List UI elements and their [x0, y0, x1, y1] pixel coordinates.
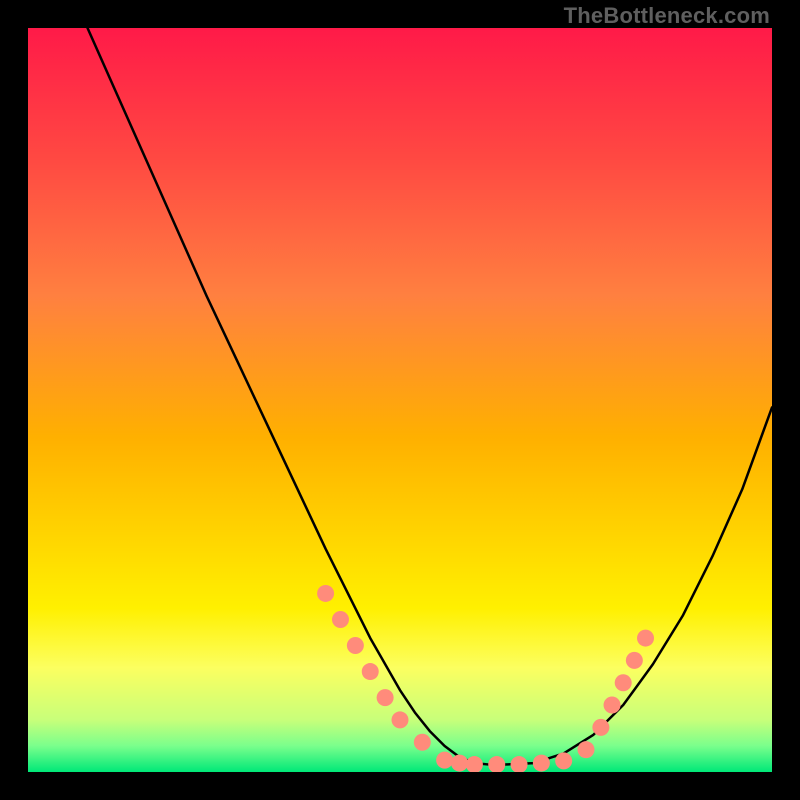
- data-marker: [637, 630, 654, 647]
- data-marker: [332, 611, 349, 628]
- gradient-background: [28, 28, 772, 772]
- chart-outer-frame: TheBottleneck.com: [0, 0, 800, 800]
- data-marker: [555, 752, 572, 769]
- data-marker: [392, 711, 409, 728]
- data-marker: [578, 741, 595, 758]
- plot-area: [28, 28, 772, 772]
- data-marker: [615, 674, 632, 691]
- data-marker: [592, 719, 609, 736]
- data-marker: [626, 652, 643, 669]
- data-marker: [604, 697, 621, 714]
- data-marker: [436, 752, 453, 769]
- data-marker: [362, 663, 379, 680]
- chart-canvas: [28, 28, 772, 772]
- watermark-text: TheBottleneck.com: [564, 3, 770, 29]
- data-marker: [414, 734, 431, 751]
- data-marker: [317, 585, 334, 602]
- data-marker: [347, 637, 364, 654]
- data-marker: [533, 755, 550, 772]
- data-marker: [377, 689, 394, 706]
- data-marker: [451, 755, 468, 772]
